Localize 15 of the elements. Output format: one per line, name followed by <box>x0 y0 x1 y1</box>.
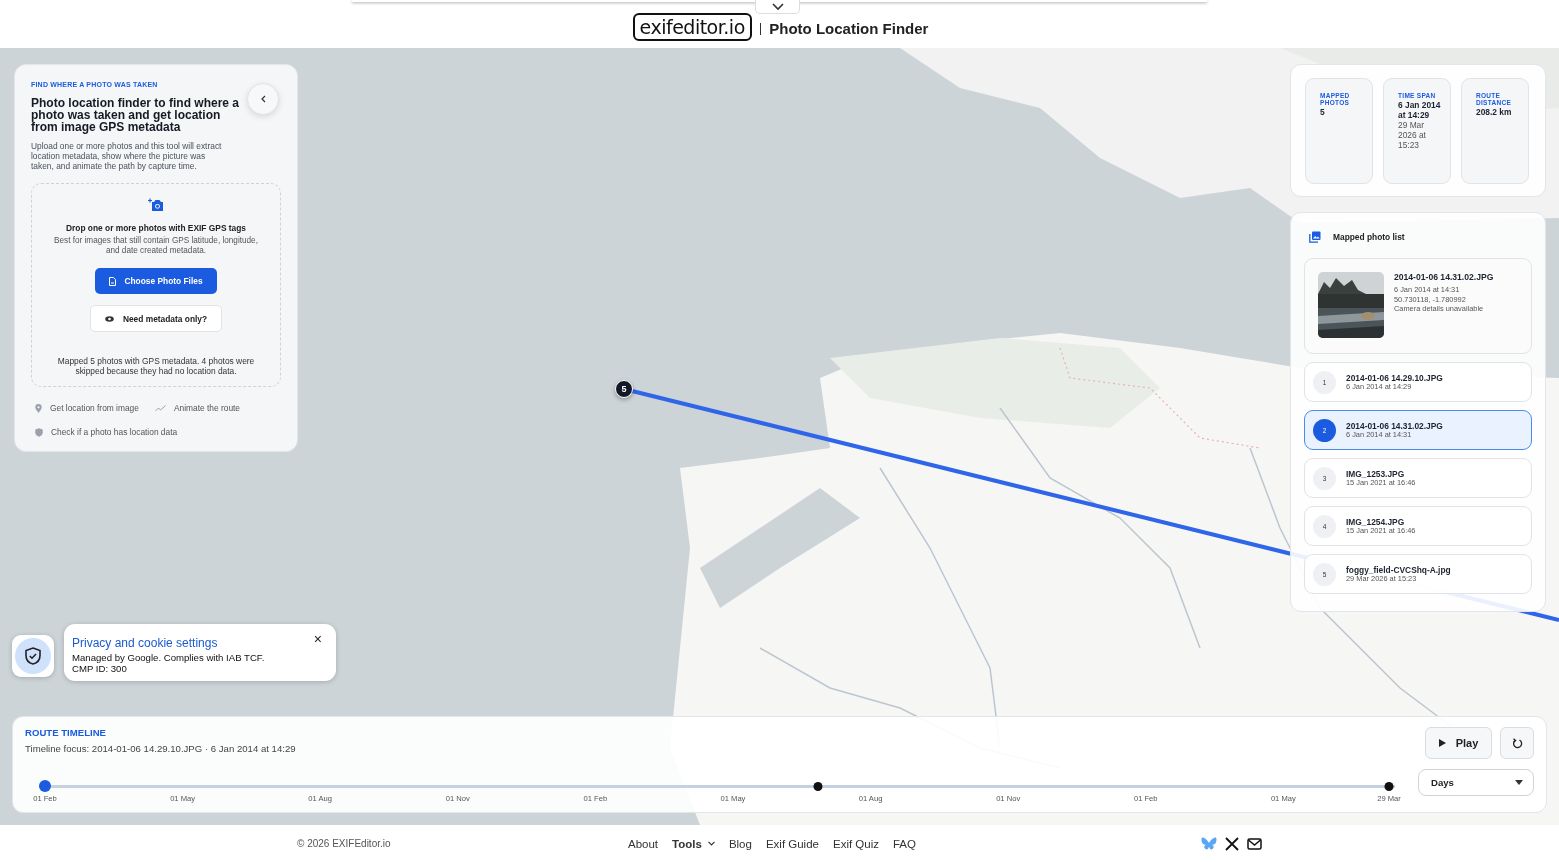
nav-link[interactable]: Exif Guide <box>765 837 819 850</box>
nav-link[interactable]: About <box>628 837 659 850</box>
chevron-down-icon <box>707 841 715 846</box>
site-logo[interactable]: exifeditor.io <box>632 13 752 41</box>
chevron-down-icon <box>771 2 784 11</box>
copyright-text: © 2026 EXIFEditor.io <box>297 838 391 849</box>
nav-link[interactable]: Exif Quiz <box>832 837 879 850</box>
nav-link[interactable]: Blog <box>728 837 752 850</box>
butterfly-icon[interactable] <box>1201 836 1217 851</box>
mail-icon[interactable] <box>1247 837 1262 850</box>
nav-link[interactable]: FAQ <box>893 837 916 850</box>
x-logo-icon[interactable] <box>1225 836 1239 851</box>
expand-tab[interactable] <box>755 0 800 14</box>
nav-link[interactable]: Tools <box>672 837 715 850</box>
page-title: Photo Location Finder <box>769 19 929 37</box>
